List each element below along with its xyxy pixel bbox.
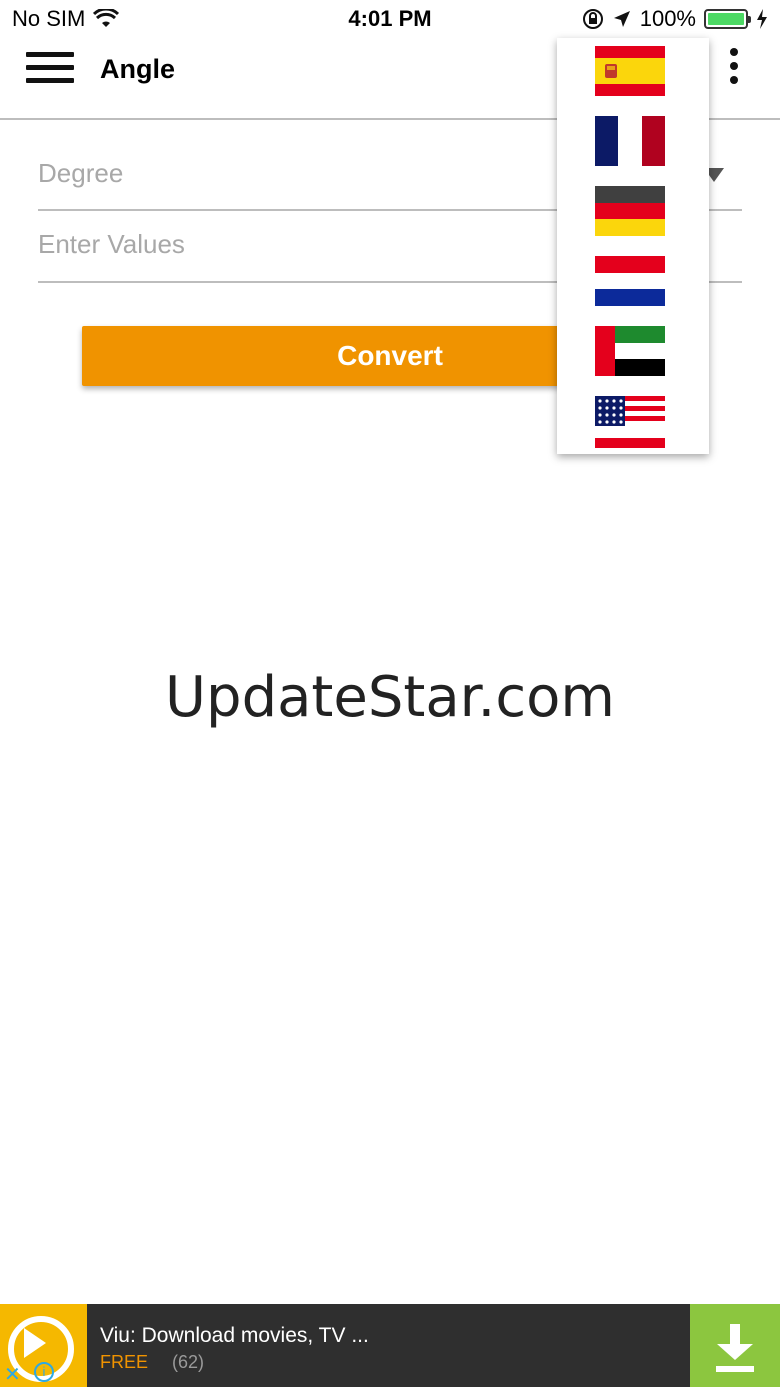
ad-close-icon[interactable]: ✕: [4, 1362, 21, 1387]
download-icon: [730, 1324, 740, 1346]
ad-app-logo[interactable]: ✕ i: [0, 1304, 87, 1387]
uae-flag-icon[interactable]: [595, 326, 665, 376]
ad-price: FREE: [100, 1352, 149, 1372]
watermark: UpdateStar.com: [165, 665, 615, 730]
ad-title: Viu: Download movies, TV ...: [100, 1324, 369, 1347]
play-icon: [24, 1328, 46, 1358]
spain-flag-icon[interactable]: [595, 46, 665, 96]
ad-info-icon[interactable]: i: [34, 1362, 54, 1382]
ad-rating-count: (62): [172, 1352, 205, 1372]
status-bar: No SIM 4:01 PM 100%: [0, 0, 780, 40]
language-menu: [557, 38, 709, 454]
status-right: 100%: [582, 6, 768, 32]
location-arrow-icon: [613, 11, 630, 27]
germany-flag-icon[interactable]: [595, 186, 665, 236]
battery-icon: [704, 9, 751, 29]
orientation-lock-icon: [582, 9, 603, 29]
ad-download-button[interactable]: [690, 1304, 780, 1387]
france-flag-icon[interactable]: [595, 116, 665, 166]
value-input-placeholder: Enter Values: [38, 229, 185, 259]
hamburger-menu-icon[interactable]: [26, 52, 74, 88]
ad-banner[interactable]: ✕ i Viu: Download movies, TV ... FREE (6…: [0, 1304, 780, 1387]
unit-select-placeholder: Degree: [38, 158, 124, 188]
page-title: Angle: [100, 54, 176, 84]
netherlands-flag-icon[interactable]: [595, 256, 665, 306]
battery-percent: 100%: [639, 6, 696, 31]
more-vert-icon[interactable]: [726, 48, 742, 90]
usa-flag-icon[interactable]: [595, 396, 665, 448]
charging-bolt-icon: [757, 9, 767, 29]
